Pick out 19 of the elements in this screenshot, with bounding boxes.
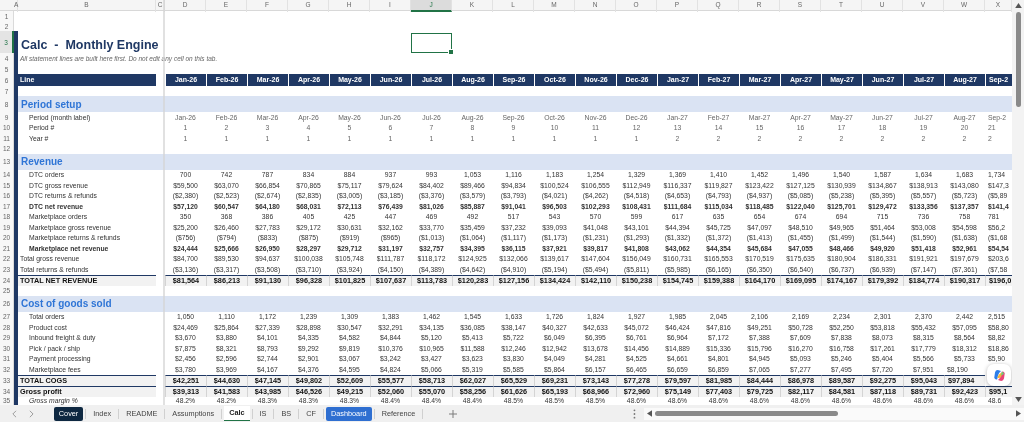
- selected-cell[interactable]: [411, 33, 452, 53]
- horizontal-scrollbar[interactable]: [644, 407, 1024, 420]
- chevron-left-icon[interactable]: [12, 409, 17, 418]
- down-arrow-icon[interactable]: [1014, 397, 1022, 402]
- scrollbar-thumb[interactable]: [1015, 12, 1021, 107]
- right-arrow-icon[interactable]: [1016, 410, 1021, 417]
- section-title: Period setup: [20, 98, 82, 110]
- assistant-button[interactable]: [987, 364, 1011, 386]
- plus-icon[interactable]: [449, 409, 458, 418]
- scrollbar-thumb[interactable]: [655, 411, 839, 416]
- left-arrow-icon[interactable]: [647, 410, 653, 417]
- up-arrow-icon[interactable]: [1014, 3, 1022, 8]
- splitter-handle[interactable]: [633, 408, 637, 419]
- section-title: Revenue: [20, 156, 63, 167]
- app-logo-icon: [991, 367, 1007, 383]
- sheet-title: Calc - Monthly Engine: [20, 37, 160, 53]
- section-title: Cost of goods sold: [20, 298, 112, 309]
- vertical-scrollbar[interactable]: [1012, 0, 1024, 405]
- chevron-right-icon[interactable]: [28, 409, 34, 418]
